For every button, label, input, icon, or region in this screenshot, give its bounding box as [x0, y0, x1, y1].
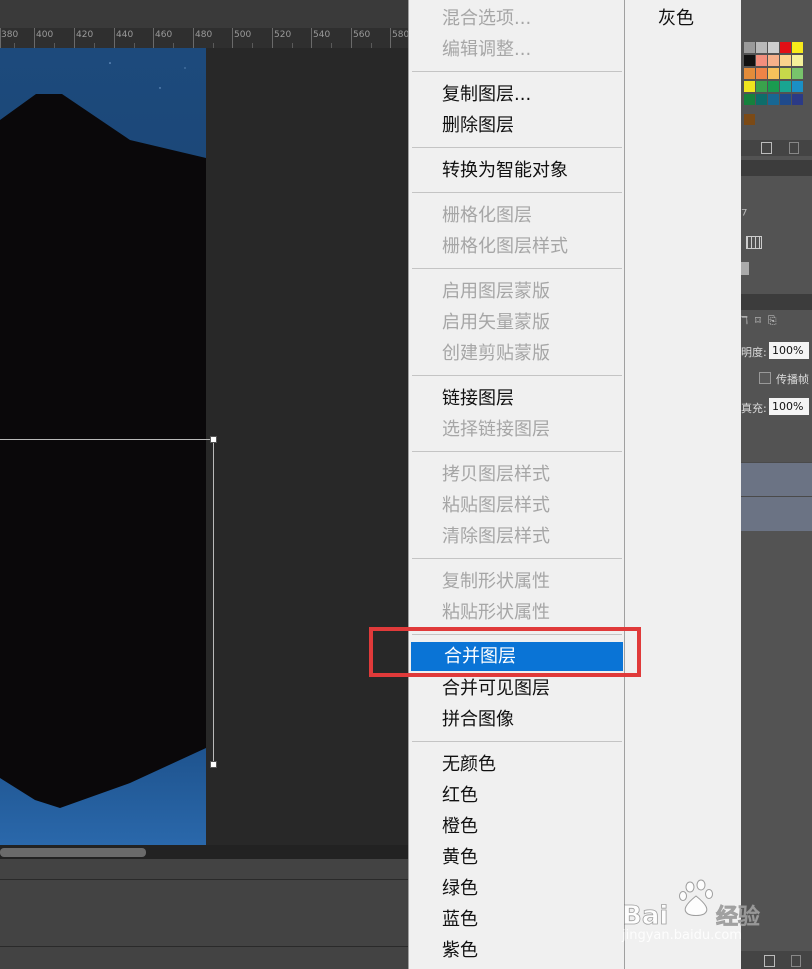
menu-item-copy-layer-style[interactable]: 拷贝图层样式 — [409, 460, 623, 489]
annotation-highlight-box — [369, 627, 641, 677]
menu-separator — [412, 451, 622, 452]
horizontal-scrollbar-thumb[interactable] — [0, 848, 146, 857]
ruler-tick: 420 — [76, 30, 94, 40]
menu-item-violet[interactable]: 紫色 — [409, 936, 623, 965]
adjustment-icon-2[interactable] — [741, 262, 749, 275]
ruler-tick: 380 — [1, 30, 19, 40]
menu-item-edit-adjustment[interactable]: 编辑调整... — [409, 35, 623, 64]
menu-item-gray[interactable]: 灰色 — [658, 4, 694, 30]
ruler-tick: 480 — [195, 30, 213, 40]
watermark-url: jingyan.baidu.com — [622, 928, 742, 943]
menu-item-orange[interactable]: 橙色 — [409, 812, 623, 841]
fill-label: 真充: — [741, 402, 767, 415]
menu-item-convert-smart-object[interactable]: 转换为智能对象 — [409, 156, 623, 185]
menu-item-enable-layer-mask[interactable]: 启用图层蒙版 — [409, 277, 623, 306]
svg-text:经验: 经验 — [716, 904, 760, 930]
layer-row-selected[interactable] — [741, 496, 812, 531]
svg-text:Bai: Bai — [622, 901, 668, 931]
layers-footer — [741, 951, 812, 969]
menu-separator — [412, 268, 622, 269]
menu-item-green[interactable]: 绿色 — [409, 874, 623, 903]
bottom-panel — [0, 859, 410, 969]
right-side-panels: ⁷ ℸ ⌑ ⎘ 明度: 100% 传播帧 真充: 100% — [741, 0, 812, 969]
context-menu-color-column: 灰色 — [624, 0, 742, 969]
swatches-footer — [741, 140, 812, 156]
menu-separator — [412, 558, 622, 559]
menu-item-flatten-image[interactable]: 拼合图像 — [409, 705, 623, 734]
layer-context-menu: 混合选项... 编辑调整... 复制图层... 删除图层 转换为智能对象 栅格化… — [408, 0, 625, 969]
swatches-grid[interactable] — [741, 38, 812, 130]
fill-field[interactable]: 100% — [769, 398, 809, 415]
ruler-tick: 560 — [353, 30, 371, 40]
menu-item-red[interactable]: 红色 — [409, 781, 623, 810]
new-layer-icon[interactable] — [764, 955, 775, 967]
ruler-tick: 440 — [116, 30, 134, 40]
new-swatch-icon[interactable] — [761, 142, 772, 154]
menu-separator — [412, 192, 622, 193]
menu-item-copy-shape-attributes[interactable]: 复制形状属性 — [409, 567, 623, 596]
menu-item-rasterize-layer[interactable]: 栅格化图层 — [409, 201, 623, 230]
grid-icon[interactable] — [746, 236, 762, 249]
transform-handle-bottom-right — [210, 761, 217, 768]
layers-panel-tabs[interactable] — [741, 294, 812, 310]
trash-icon[interactable] — [789, 142, 799, 154]
menu-item-blending-options[interactable]: 混合选项... — [409, 4, 623, 33]
menu-item-enable-vector-mask[interactable]: 启用矢量蒙版 — [409, 308, 623, 337]
filter-icons[interactable]: ℸ ⌑ ⎘ — [741, 314, 777, 328]
ruler-tick: 400 — [36, 30, 54, 40]
ruler-tick: 540 — [313, 30, 331, 40]
menu-separator — [412, 147, 622, 148]
menu-item-create-clipping-mask[interactable]: 创建剪贴蒙版 — [409, 339, 623, 368]
horizontal-ruler: 380 400 420 440 460 480 500 520 540 560 … — [0, 28, 410, 49]
propagate-checkbox[interactable] — [759, 372, 771, 384]
opacity-label: 明度: — [741, 346, 767, 359]
menu-item-paste-shape-attributes[interactable]: 粘贴形状属性 — [409, 598, 623, 627]
adjustment-icon[interactable]: ⁷ — [741, 206, 747, 225]
ruler-tick: 580 — [392, 30, 410, 40]
menu-item-duplicate-layer[interactable]: 复制图层... — [409, 80, 623, 109]
ruler-tick: 520 — [274, 30, 292, 40]
propagate-label: 传播帧 — [776, 373, 809, 386]
delete-layer-icon[interactable] — [791, 955, 801, 967]
menu-item-delete-layer[interactable]: 删除图层 — [409, 111, 623, 140]
menu-item-merge-visible[interactable]: 合并可见图层 — [409, 674, 623, 703]
baidu-jingyan-watermark: Bai 经验 jingyan.baidu.com — [620, 876, 768, 948]
menu-item-yellow[interactable]: 黄色 — [409, 843, 623, 872]
menu-item-no-color[interactable]: 无颜色 — [409, 750, 623, 779]
layer-row-selected[interactable] — [741, 462, 812, 497]
panel-tabs[interactable] — [741, 160, 812, 176]
menu-item-paste-layer-style[interactable]: 粘贴图层样式 — [409, 491, 623, 520]
ruler-tick: 500 — [234, 30, 252, 40]
menu-item-clear-layer-style[interactable]: 清除图层样式 — [409, 522, 623, 551]
transform-handle-top-right — [210, 436, 217, 443]
menu-item-select-linked-layers[interactable]: 选择链接图层 — [409, 415, 623, 444]
menu-item-blue[interactable]: 蓝色 — [409, 905, 623, 934]
menu-item-rasterize-layer-style[interactable]: 栅格化图层样式 — [409, 232, 623, 261]
menu-separator — [412, 741, 622, 742]
menu-item-link-layers[interactable]: 链接图层 — [409, 384, 623, 413]
opacity-field[interactable]: 100% — [769, 342, 809, 359]
menu-separator — [412, 71, 622, 72]
ruler-tick: 460 — [155, 30, 173, 40]
transform-bounding-box[interactable] — [0, 430, 220, 775]
menu-separator — [412, 375, 622, 376]
